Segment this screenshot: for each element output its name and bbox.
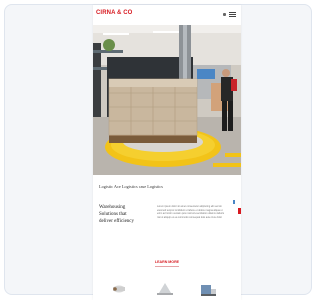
learn-more-link[interactable]: LEARN MORE [150,260,184,264]
decorative-marks [233,200,241,214]
section-heading: Warehousing Solutions that deliver effic… [99,205,135,224]
packaging-machine-icon[interactable] [201,285,216,296]
pallet-wrap-icon[interactable] [157,283,173,295]
hamburger-icon[interactable] [229,12,236,17]
search-icon[interactable] [223,13,226,16]
intro-text: Logistic Ace Logistics case Logistics [99,184,163,189]
top-navigation: CIRNA & CO [93,5,241,25]
product-icons-row [113,283,216,296]
hero-image [93,25,241,175]
cta-underline [155,266,179,267]
web-page: CIRNA & CO Logistic Ace Logistics case L… [93,5,241,300]
stretch-film-roll-icon[interactable] [113,285,125,293]
brand-logo[interactable]: CIRNA & CO [96,10,132,16]
section-body-text: Lorem ipsum dolor sit amet consectetur a… [157,205,225,220]
